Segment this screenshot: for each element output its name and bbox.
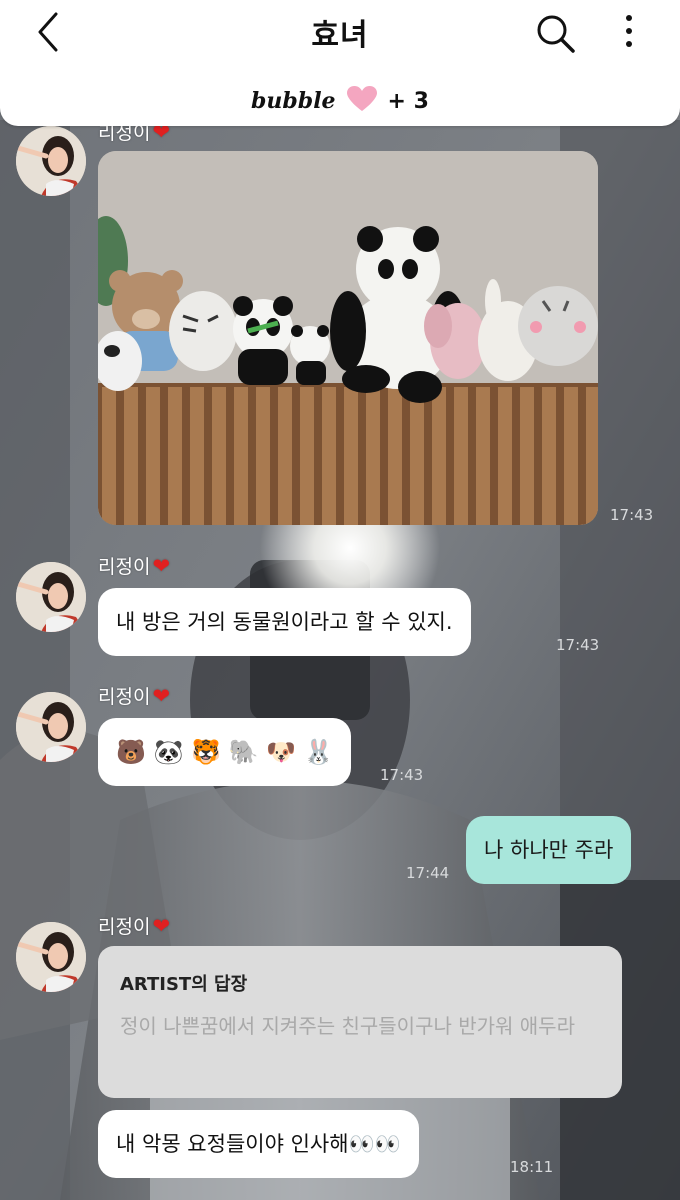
- message-timestamp: 17:43: [380, 766, 424, 784]
- red-heart-icon: ❤: [152, 684, 171, 708]
- sender-name: 리정이❤: [98, 914, 171, 938]
- red-heart-icon: ❤: [152, 914, 171, 938]
- artist-avatar[interactable]: [16, 126, 86, 196]
- subscription-count: + 3: [387, 89, 429, 114]
- message-photo[interactable]: [98, 151, 598, 525]
- pink-heart-icon: [346, 86, 377, 111]
- message-timestamp: 17:43: [556, 636, 600, 654]
- artist-avatar[interactable]: [16, 562, 86, 632]
- message-bubble[interactable]: 🐻 🐼 🐯 🐘 🐶 🐰: [98, 718, 352, 786]
- red-heart-icon: ❤: [152, 554, 171, 578]
- message-timestamp: 18:11: [510, 1158, 554, 1176]
- artist-avatar[interactable]: [16, 692, 86, 762]
- message-timestamp: 17:44: [406, 864, 450, 882]
- stuffed-animals-on-shelf-photo: [98, 151, 598, 525]
- reply-quote-card[interactable]: ARTIST의 답장 정이 나쁜꿈에서 지켜주는 친구들이구나 반가워 애두라: [98, 946, 622, 1098]
- more-options-button[interactable]: [614, 12, 644, 52]
- my-message-bubble[interactable]: 나 하나만 주라: [466, 816, 632, 884]
- chat-header: 효녀 bubble + 3: [0, 0, 680, 126]
- more-vertical-icon: [626, 15, 632, 47]
- search-button[interactable]: [534, 12, 578, 56]
- artist-avatar[interactable]: [16, 922, 86, 992]
- sender-name: 리정이❤: [98, 554, 171, 578]
- message-bubble[interactable]: 내 방은 거의 동물원이라고 할 수 있지.: [98, 588, 471, 656]
- chat-title: 효녀: [311, 18, 369, 53]
- search-icon: [537, 15, 575, 53]
- message-timestamp: 17:43: [610, 506, 654, 524]
- bubble-subscription-banner[interactable]: bubble + 3: [0, 86, 680, 114]
- quoted-message: 정이 나쁜꿈에서 지켜주는 친구들이구나 반가워 애두라: [120, 1014, 575, 1038]
- bubble-brand-logo: bubble: [251, 88, 336, 114]
- reply-title: ARTIST의 답장: [120, 974, 248, 995]
- message-bubble[interactable]: 내 악몽 요정들이야 인사해👀👀: [98, 1110, 419, 1178]
- sender-name: 리정이❤: [98, 684, 171, 708]
